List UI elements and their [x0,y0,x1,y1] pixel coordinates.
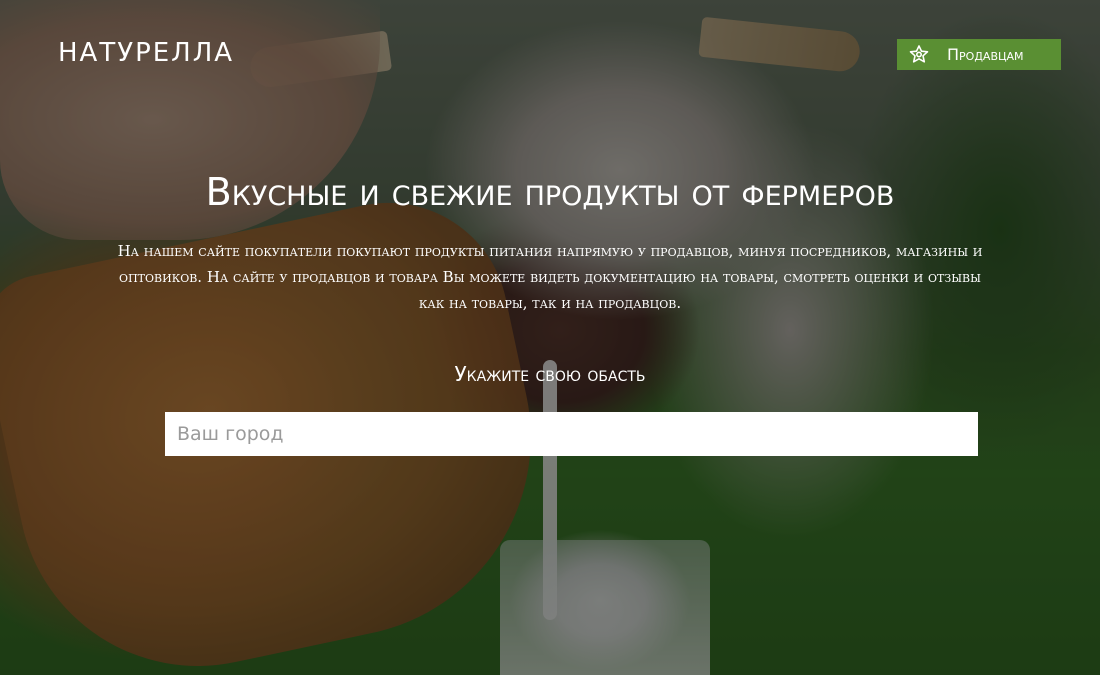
hero-description: На нашем сайте покупатели покупают проду… [117,242,983,312]
handshake-icon [907,43,931,67]
background-overlay [0,0,1100,675]
region-prompt: Укажите свою обасть [454,362,646,386]
site-logo[interactable]: НАТУРЕЛЛА [58,38,234,68]
sellers-button[interactable]: Продавцам [897,39,1061,70]
hero-section: НАТУРЕЛЛА Продавцам Вкусные и свежие про… [0,0,1100,675]
page-title: Вкусные и свежие продукты от фермеров [205,170,895,214]
sellers-button-label: Продавцам [947,45,1024,64]
city-search-input[interactable] [165,412,978,456]
